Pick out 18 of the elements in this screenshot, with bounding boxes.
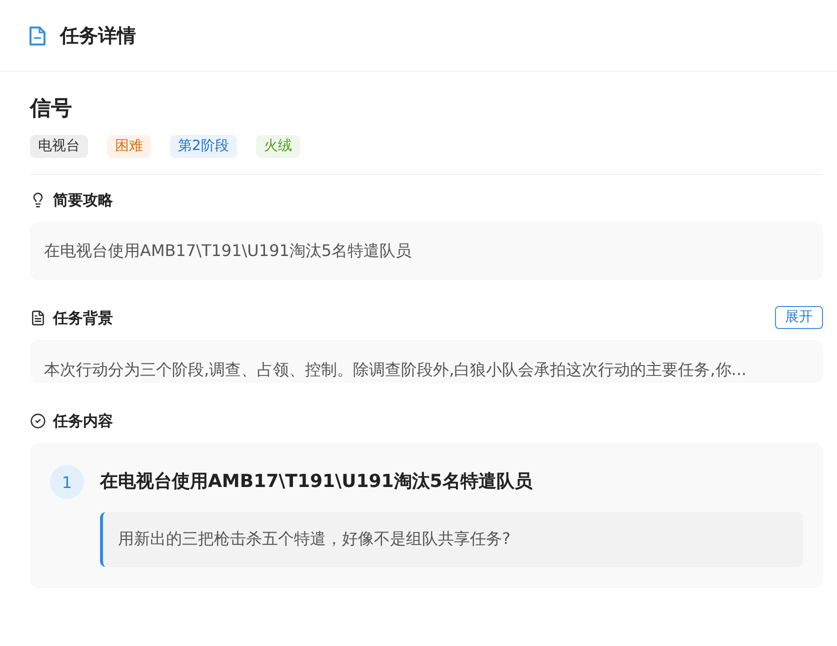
section-title: 任务背景: [53, 308, 113, 328]
step-note: 用新出的三把枪击杀五个特遣，好像不是组队共享任务?: [100, 512, 803, 567]
expand-button[interactable]: 展开: [775, 306, 823, 329]
header-title: 任务详情: [60, 24, 136, 48]
task-title: 信号: [30, 95, 73, 122]
document-icon: [30, 310, 46, 326]
step-title: 在电视台使用AMB17\T191\U191淘汰5名特遣队员: [100, 470, 534, 494]
check-circle-icon: [30, 412, 46, 428]
document-icon: [29, 26, 46, 46]
section-title: 简要攻略: [53, 190, 113, 210]
category-tag: 电视台: [30, 135, 88, 158]
card-text: 在电视台使用AMB17\T191\U191淘汰5名特遣队员: [44, 240, 412, 262]
category-tag: 火绒: [256, 135, 300, 158]
category-tag: 困难: [107, 135, 151, 158]
category-tag: 第2阶段: [170, 135, 237, 158]
step-number: 1: [50, 465, 84, 499]
section-title: 任务内容: [53, 410, 113, 430]
card-text: 本次行动分为三个阶段,调查、占领、控制。除调查阶段外,白狼小队会承拍这次行动的主要任务,你...: [44, 359, 747, 381]
